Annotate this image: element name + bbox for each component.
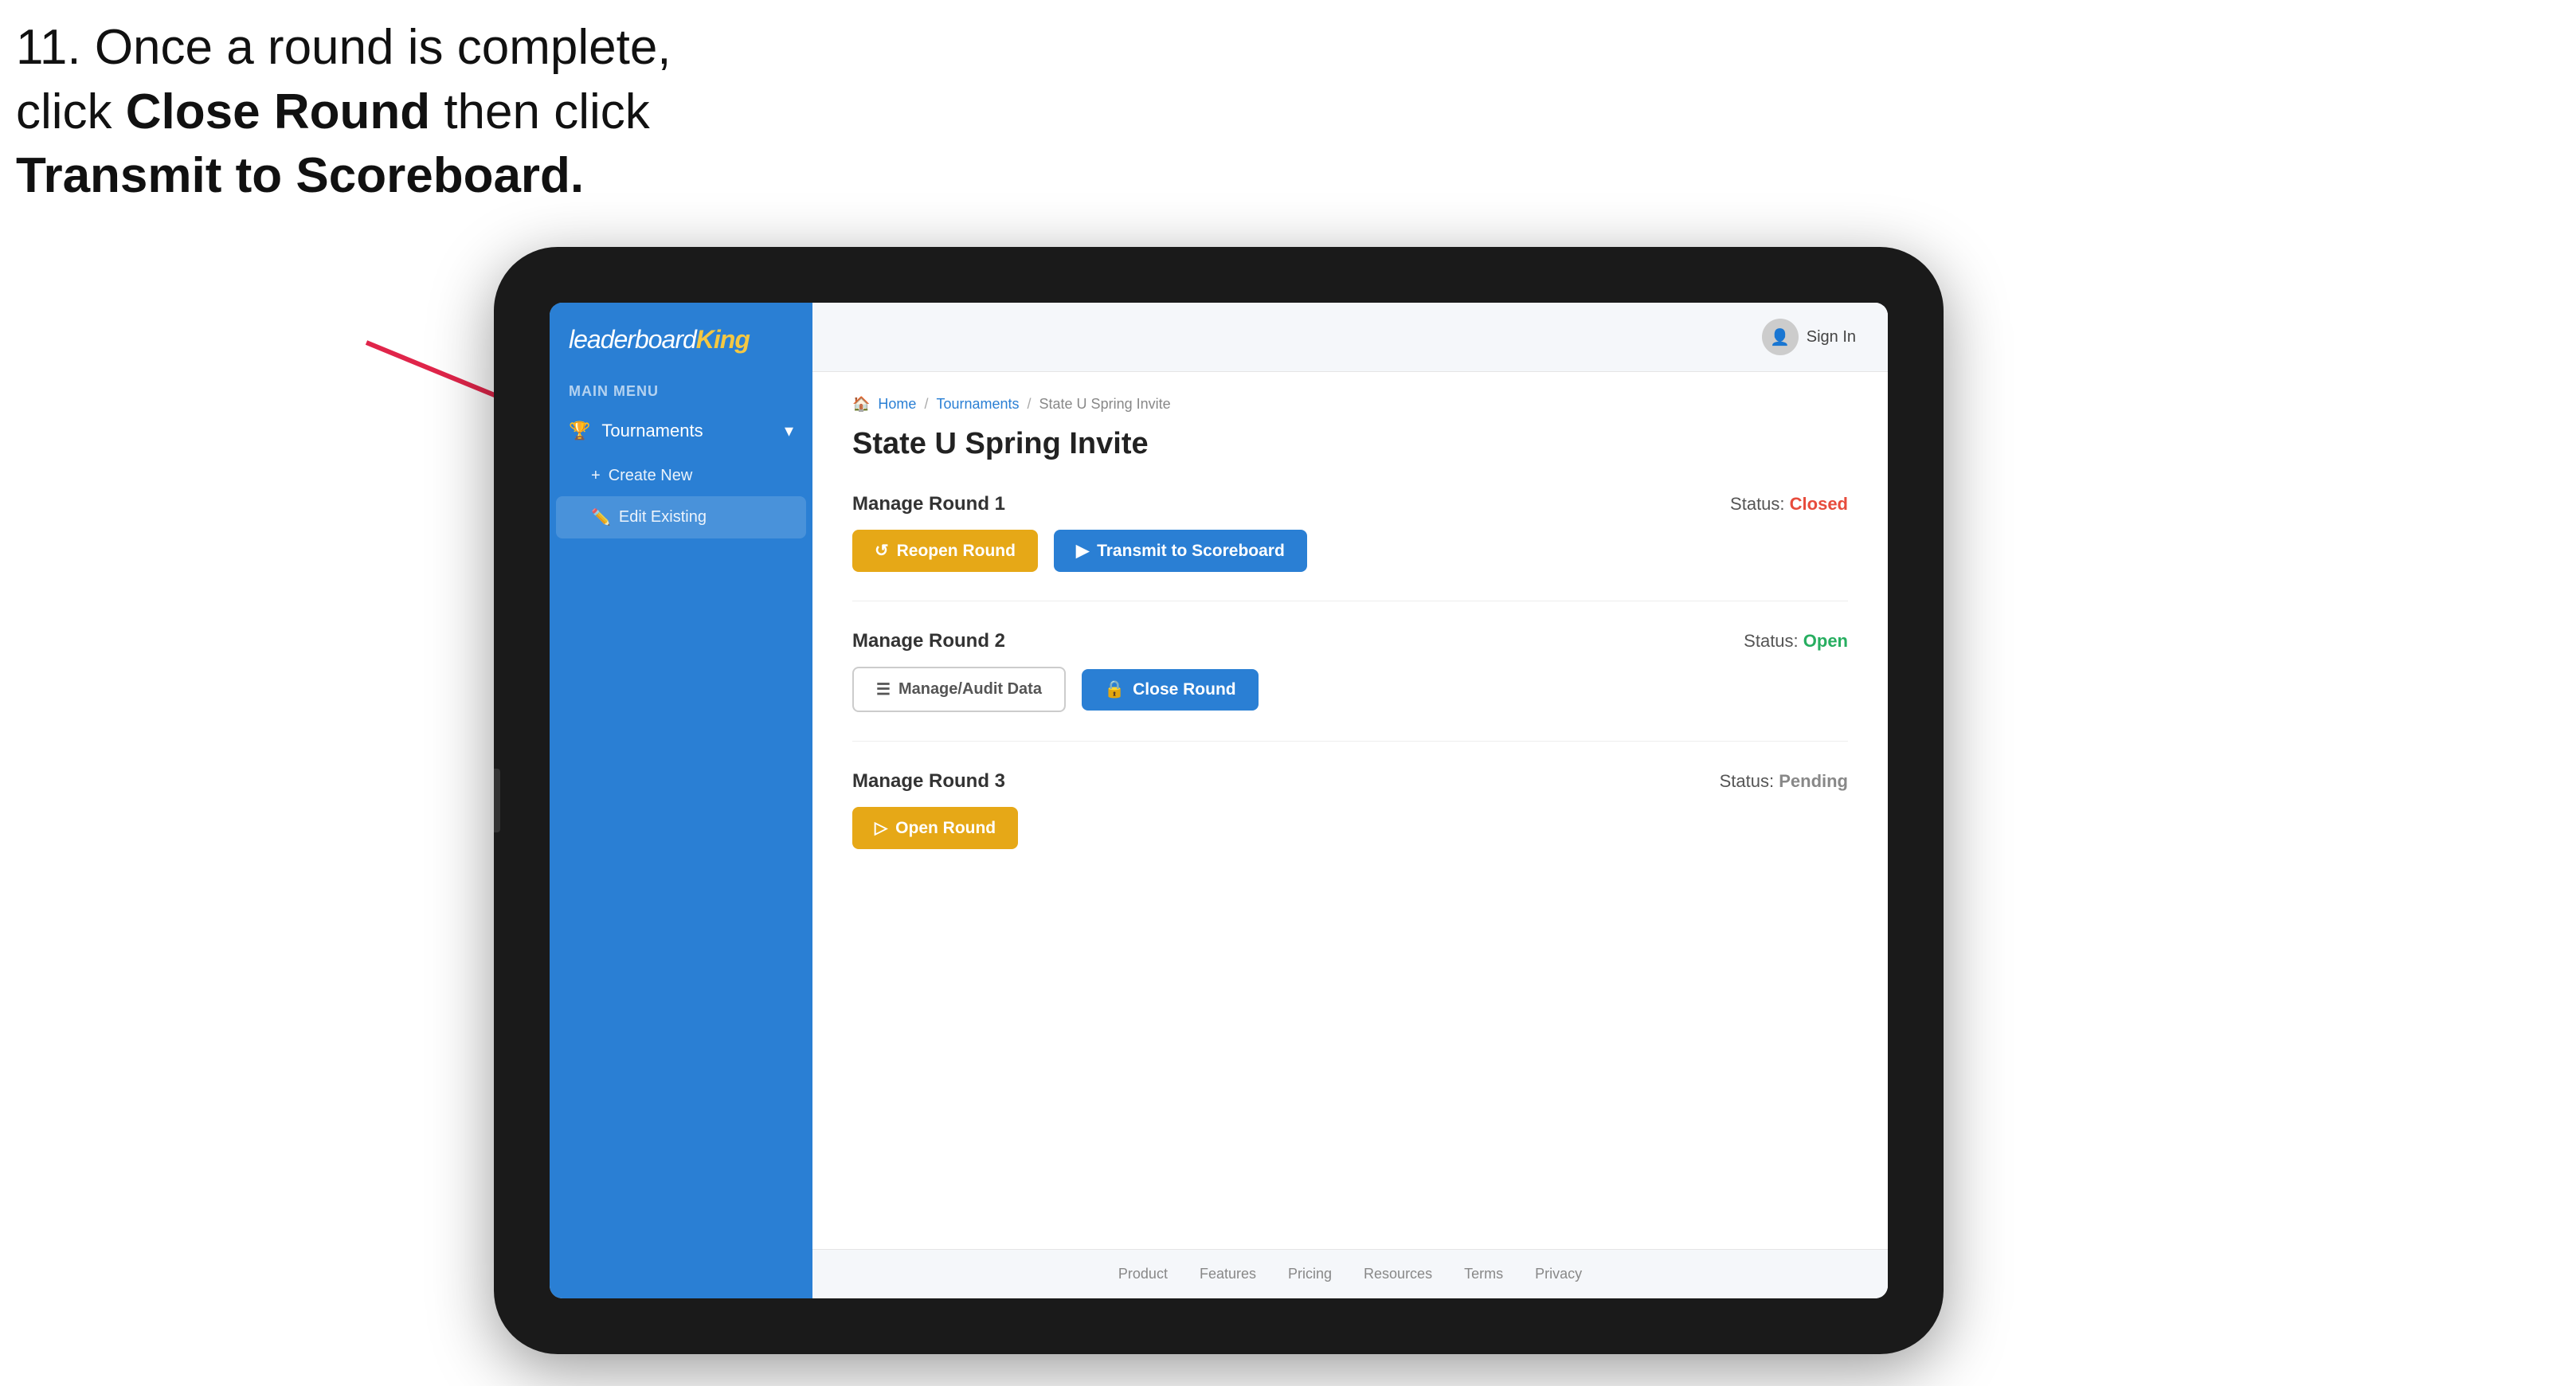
breadcrumb-tournaments[interactable]: Tournaments [936, 396, 1019, 413]
audit-icon: ☰ [876, 679, 891, 699]
breadcrumb: 🏠 Home / Tournaments / State U Spring In… [852, 396, 1848, 413]
round-3-section: Manage Round 3 Status: Pending ▷ Open Ro… [852, 770, 1848, 878]
close-round-button[interactable]: 🔒 Close Round [1082, 669, 1259, 711]
plus-icon: + [591, 467, 601, 485]
sidebar-sub-item-create-new[interactable]: + Create New [550, 456, 812, 496]
footer-link-terms[interactable]: Terms [1464, 1266, 1503, 1282]
logo-text-leaderboard: leaderboard [569, 325, 696, 354]
sidebar-item-tournaments[interactable]: 🏆 Tournaments ▾ [550, 406, 812, 456]
sidebar-sub-item-edit-existing[interactable]: ✏️ Edit Existing [556, 496, 806, 538]
open-icon: ▷ [875, 818, 887, 838]
tournaments-label: Tournaments [601, 421, 703, 441]
home-icon: 🏠 [852, 396, 870, 413]
round-1-title: Manage Round 1 [852, 493, 1005, 515]
round-3-status-value: Pending [1779, 771, 1848, 791]
bold-close-round: Close Round [126, 84, 430, 139]
trophy-icon: 🏆 [569, 421, 590, 441]
breadcrumb-current: State U Spring Invite [1039, 396, 1171, 413]
round-2-title: Manage Round 2 [852, 630, 1005, 652]
chevron-down-icon: ▾ [785, 421, 793, 441]
round-3-status: Status: Pending [1720, 771, 1848, 792]
open-round-button[interactable]: ▷ Open Round [852, 807, 1018, 849]
manage-audit-data-button[interactable]: ☰ Manage/Audit Data [852, 667, 1066, 712]
tablet-side-button [494, 769, 500, 832]
sidebar: leaderboardKing MAIN MENU 🏆 Tournaments … [550, 303, 812, 1298]
footer-link-features[interactable]: Features [1200, 1266, 1256, 1282]
edit-icon: ✏️ [591, 507, 611, 527]
footer-link-product[interactable]: Product [1118, 1266, 1168, 1282]
footer-link-resources[interactable]: Resources [1364, 1266, 1432, 1282]
avatar: 👤 [1762, 319, 1799, 355]
main-menu-label: MAIN MENU [550, 370, 812, 406]
create-new-label: Create New [609, 467, 693, 485]
lock-icon: 🔒 [1104, 680, 1125, 699]
round-3-title: Manage Round 3 [852, 770, 1005, 793]
round-2-status: Status: Open [1744, 631, 1848, 652]
footer-link-privacy[interactable]: Privacy [1535, 1266, 1582, 1282]
main-content: 👤 Sign In 🏠 Home / Tournaments / State U [812, 303, 1888, 1298]
bold-transmit: Transmit to Scoreboard. [16, 148, 584, 203]
round-1-status-value: Closed [1790, 494, 1848, 514]
transmit-icon: ▶ [1076, 541, 1089, 561]
footer: Product Features Pricing Resources Terms… [812, 1249, 1888, 1298]
content-area: 🏠 Home / Tournaments / State U Spring In… [812, 372, 1888, 1249]
user-icon: 👤 [1770, 327, 1790, 347]
footer-link-pricing[interactable]: Pricing [1288, 1266, 1332, 1282]
tablet-screen: leaderboardKing MAIN MENU 🏆 Tournaments … [550, 303, 1888, 1298]
page-title: State U Spring Invite [852, 427, 1848, 461]
round-2-status-value: Open [1803, 631, 1848, 651]
round-1-status: Status: Closed [1730, 494, 1848, 515]
sign-in-label: Sign In [1807, 328, 1856, 346]
instruction-text: 11. Once a round is complete, click Clos… [16, 16, 671, 209]
logo-text-king: King [696, 325, 750, 354]
tablet-device: leaderboardKing MAIN MENU 🏆 Tournaments … [494, 247, 1944, 1354]
edit-existing-label: Edit Existing [619, 508, 707, 527]
round-1-section: Manage Round 1 Status: Closed ↺ Reopen R… [852, 493, 1848, 601]
logo: leaderboardKing [550, 303, 812, 370]
app-container: leaderboardKing MAIN MENU 🏆 Tournaments … [550, 303, 1888, 1298]
transmit-to-scoreboard-button[interactable]: ▶ Transmit to Scoreboard [1054, 530, 1307, 572]
reopen-round-button[interactable]: ↺ Reopen Round [852, 530, 1038, 572]
top-bar: 👤 Sign In [812, 303, 1888, 372]
sign-in-button[interactable]: 👤 Sign In [1762, 319, 1856, 355]
reopen-icon: ↺ [875, 541, 889, 561]
breadcrumb-home[interactable]: Home [878, 396, 916, 413]
round-2-section: Manage Round 2 Status: Open ☰ Manage/Aud… [852, 630, 1848, 742]
